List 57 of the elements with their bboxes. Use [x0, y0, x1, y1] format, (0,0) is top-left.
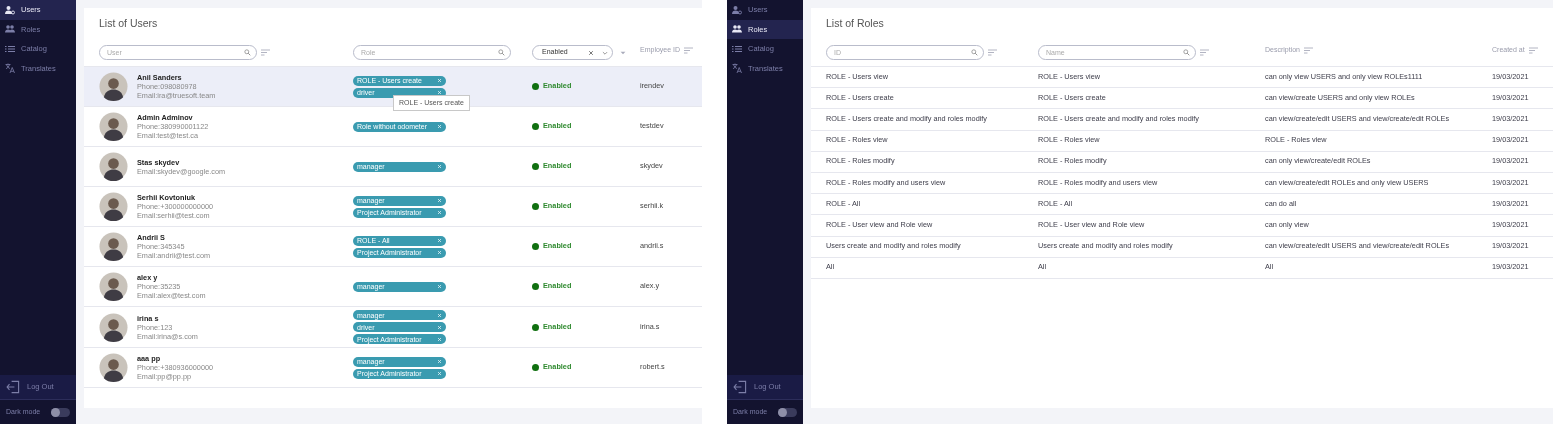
sort-icon — [1200, 49, 1209, 56]
remove-icon — [437, 238, 442, 243]
avatar — [99, 272, 128, 301]
logout-icon — [733, 380, 747, 394]
remove-icon — [437, 124, 442, 129]
page-title: List of Users — [98, 16, 159, 31]
search-icon — [1183, 49, 1190, 56]
sort-icon — [988, 49, 997, 56]
remove-icon — [437, 371, 442, 376]
status-dot — [532, 283, 539, 290]
dark-mode-toggle[interactable] — [51, 407, 70, 417]
clear-icon — [588, 49, 594, 56]
remove-icon — [437, 250, 442, 255]
status-dot — [532, 123, 539, 130]
avatar — [99, 152, 128, 181]
status-dot — [532, 163, 539, 170]
sort-icon — [261, 49, 270, 56]
avatar — [99, 353, 128, 382]
user-gear-icon — [732, 4, 742, 15]
status-dot — [532, 364, 539, 371]
list-icon — [732, 43, 742, 54]
people-icon — [5, 24, 15, 35]
remove-icon — [437, 359, 442, 364]
chevron-down-icon — [602, 49, 608, 56]
avatar — [99, 312, 128, 342]
list-icon — [5, 43, 15, 54]
page-title: List of Roles — [825, 16, 885, 31]
remove-icon — [437, 78, 442, 83]
avatar — [99, 72, 128, 101]
logout-icon — [6, 380, 20, 394]
status-dot — [532, 83, 539, 90]
remove-icon — [437, 336, 442, 342]
translate-icon — [5, 63, 15, 74]
status-dot — [532, 323, 539, 331]
status-dot — [532, 203, 539, 210]
avatar — [99, 112, 128, 141]
remove-icon — [437, 324, 442, 330]
remove-icon — [437, 90, 442, 95]
translate-icon — [732, 63, 742, 74]
people-icon — [732, 24, 742, 35]
avatar — [99, 232, 128, 261]
sort-icon — [1528, 46, 1538, 54]
remove-icon — [437, 210, 442, 215]
caret-icon — [620, 49, 626, 56]
dark-mode-toggle[interactable] — [778, 407, 797, 417]
remove-icon — [437, 198, 442, 203]
status-dot — [532, 243, 539, 250]
sort-icon — [1304, 46, 1313, 54]
sort-icon — [684, 46, 694, 54]
remove-icon — [437, 164, 442, 169]
user-gear-icon — [5, 4, 15, 15]
search-icon — [244, 49, 251, 56]
search-icon — [971, 49, 978, 56]
remove-icon — [437, 284, 442, 289]
avatar — [99, 192, 128, 221]
search-icon — [498, 49, 505, 56]
remove-icon — [437, 312, 442, 318]
